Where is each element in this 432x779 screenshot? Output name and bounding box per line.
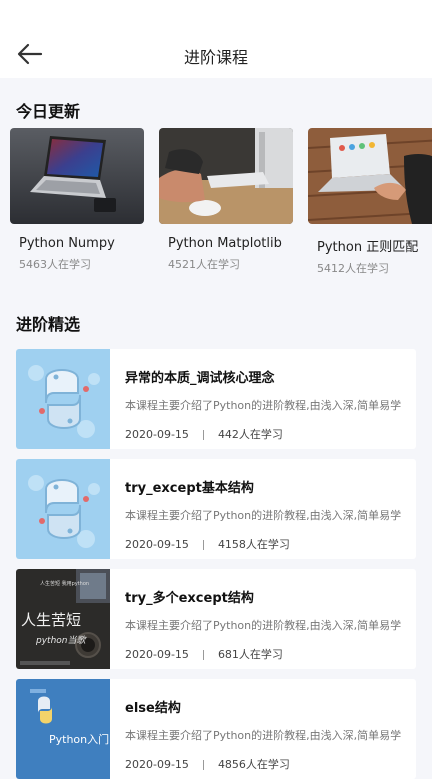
course-title: 异常的本质_调试核心理念 [125, 371, 275, 386]
python-intro-thumbnail: Python入门 [16, 679, 110, 779]
learner-count: 4521人在学习 [168, 258, 240, 271]
app-header: 进阶课程 [0, 0, 432, 78]
course-meta: 2020-09-15 4158人在学习 [125, 536, 290, 552]
chalk-big-text: 人生苦短 [21, 611, 82, 629]
meta-divider [202, 760, 204, 770]
course-title: else结构 [125, 701, 181, 716]
laptop-desk-thumbnail [10, 128, 144, 224]
learner-count: 4856人在学习 [217, 758, 290, 771]
mouse-keyboard-thumbnail [159, 128, 293, 224]
course-description: 本课程主要介绍了Python的进阶教程,由浅入深,简单易学 [125, 399, 402, 412]
chalk-small-text: python当歌 [36, 636, 86, 646]
course-card-multi-except[interactable]: 人生苦短 我用python 人生苦短 python当歌 try_多个except… [16, 569, 416, 669]
learner-count: 442人在学习 [217, 428, 283, 441]
laptop-typing-thumbnail [308, 128, 432, 224]
course-name: Python Numpy [19, 236, 115, 251]
course-title: try_except基本结构 [125, 481, 254, 496]
course-meta: 2020-09-15 4856人在学习 [125, 756, 290, 772]
learner-count: 5412人在学习 [317, 262, 389, 275]
course-title: try_多个except结构 [125, 591, 254, 606]
learner-count: 5463人在学习 [19, 258, 91, 271]
course-meta: 2020-09-15 681人在学习 [125, 646, 283, 662]
python-logo-thumbnail [16, 349, 110, 449]
section-title-featured: 进阶精选 [16, 315, 81, 334]
today-carousel[interactable]: Python Numpy 5463人在学习 Python Matplotlib … [10, 128, 432, 278]
course-meta: 2020-09-15 442人在学习 [125, 426, 283, 442]
learner-count: 4158人在学习 [217, 538, 290, 551]
course-name: Python 正则匹配 [317, 240, 419, 255]
course-card-try-except[interactable]: try_except基本结构 本课程主要介绍了Python的进阶教程,由浅入深,… [16, 459, 416, 559]
course-date: 2020-09-15 [125, 538, 189, 551]
course-date: 2020-09-15 [125, 758, 189, 771]
course-date: 2020-09-15 [125, 428, 189, 441]
course-card-exception[interactable]: 异常的本质_调试核心理念 本课程主要介绍了Python的进阶教程,由浅入深,简单… [16, 349, 416, 449]
learner-count: 681人在学习 [217, 648, 283, 661]
today-card-matplotlib[interactable]: Python Matplotlib 4521人在学习 [159, 128, 293, 272]
chalkboard-thumbnail: 人生苦短 我用python 人生苦短 python当歌 [16, 569, 110, 669]
course-name: Python Matplotlib [168, 236, 282, 251]
course-date: 2020-09-15 [125, 648, 189, 661]
section-title-today: 今日更新 [16, 102, 81, 121]
today-card-numpy[interactable]: Python Numpy 5463人在学习 [10, 128, 144, 272]
course-card-else[interactable]: Python入门 else结构 本课程主要介绍了Python的进阶教程,由浅入深… [16, 679, 416, 779]
python-intro-text: Python入门 [49, 733, 110, 746]
chalk-note-text: 人生苦短 我用python [40, 581, 90, 587]
meta-divider [202, 650, 204, 660]
meta-divider [202, 540, 204, 550]
meta-divider [202, 430, 204, 440]
page-title: 进阶课程 [183, 48, 248, 67]
course-description: 本课程主要介绍了Python的进阶教程,由浅入深,简单易学 [125, 509, 402, 522]
today-card-regex[interactable]: Python 正则匹配 5412人在学习 [308, 128, 432, 276]
course-description: 本课程主要介绍了Python的进阶教程,由浅入深,简单易学 [125, 729, 402, 742]
python-logo-thumbnail [16, 459, 110, 559]
course-description: 本课程主要介绍了Python的进阶教程,由浅入深,简单易学 [125, 619, 402, 632]
